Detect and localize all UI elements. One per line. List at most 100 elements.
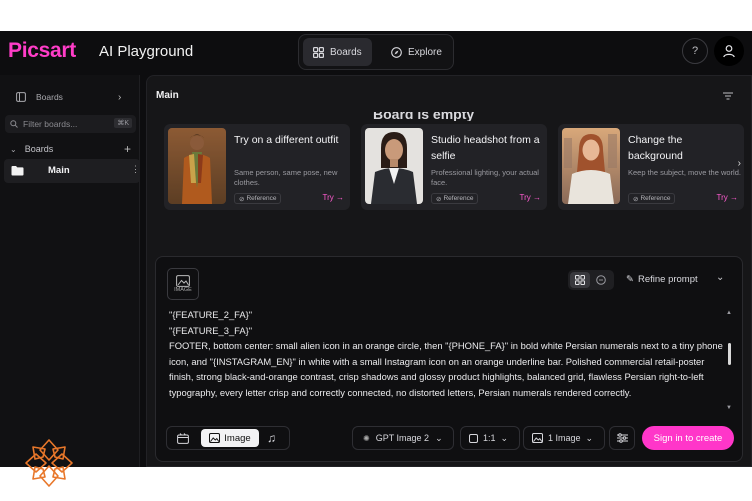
prompt-box: IMAGE ✎ Refine prompt ⌄ "{FEATURE_2_FA}" … (155, 256, 743, 462)
app-window: Picsart AI Playground Boards Explore ? B… (0, 31, 752, 467)
video-icon[interactable] (177, 433, 189, 444)
aspect-ratio-selector[interactable]: 1:1 ⌄ (460, 426, 520, 450)
question-icon: ? (691, 45, 699, 57)
suggestion-card-background[interactable]: Change the background Keep the subject, … (558, 124, 744, 210)
filter-boards-input[interactable]: Filter boards... ⌘K (5, 115, 136, 133)
sign-in-to-create-button[interactable]: Sign in to create (642, 426, 734, 450)
reference-badge: ⊘ Reference (431, 193, 479, 204)
tab-explore-label: Explore (408, 46, 442, 58)
model-sparkle-icon: ✺ (363, 433, 370, 443)
suggestion-card-headshot[interactable]: Studio headshot from a selfie Profession… (361, 124, 547, 210)
chevron-down-icon[interactable]: ⌄ (10, 145, 17, 154)
square-icon (469, 433, 478, 443)
scroll-down-icon[interactable]: ▼ (726, 405, 732, 411)
ratio-label: 1:1 (483, 433, 496, 443)
reference-badge: ⊘ Reference (234, 193, 282, 204)
chevron-down-icon: ⌄ (500, 432, 509, 443)
card-description: Same person, same pose, new clothes. (234, 168, 338, 187)
grid-icon (313, 46, 324, 58)
card-description: Professional lighting, your actual face. (431, 168, 539, 187)
paperclip-icon: ⊘ (239, 195, 245, 203)
sliders-icon (616, 433, 628, 443)
try-button[interactable]: Try → (717, 193, 738, 202)
chat-icon[interactable] (596, 275, 606, 285)
image-icon (532, 433, 543, 443)
refine-prompt-button[interactable]: ✎ Refine prompt (626, 274, 698, 285)
prompt-line: "{FEATURE_2_FA}" (169, 309, 253, 320)
user-button[interactable] (714, 36, 744, 66)
card-title: Try on a different outfit (234, 134, 339, 146)
sidebar-item-main-label: Main (48, 165, 70, 176)
image-mode-button[interactable]: Image (201, 429, 259, 447)
picsart-logo[interactable]: Picsart (8, 39, 76, 63)
reference-label: Reference (443, 195, 474, 202)
prompt-scrollbar[interactable] (728, 343, 731, 365)
top-navigation: Boards Explore (298, 34, 454, 70)
try-button[interactable]: Try → (520, 193, 541, 202)
product-name: AI Playground (99, 43, 194, 60)
refine-prompt-label: Refine prompt (637, 274, 698, 285)
image-attachment-chip[interactable]: IMAGE (167, 268, 199, 300)
paperclip-icon: ⊘ (436, 195, 442, 203)
magic-wand-icon: ✎ (626, 274, 634, 285)
boards-section-header[interactable]: ⌄ Boards + (0, 142, 140, 156)
sidebar-item-main[interactable]: Main ⋮ (4, 159, 140, 183)
page-title: Main (156, 90, 179, 101)
filter-lines-icon[interactable] (723, 92, 733, 100)
chevron-down-icon: ⌄ (435, 432, 443, 443)
model-label: GPT Image 2 (375, 433, 430, 443)
tab-explore[interactable]: Explore (381, 38, 452, 66)
prompt-line: "{FEATURE_3_FA}" (169, 324, 253, 336)
search-icon (10, 120, 18, 128)
card-title: Change the background (628, 134, 683, 162)
help-button[interactable]: ? (682, 38, 708, 64)
compass-icon (391, 46, 402, 58)
user-icon (723, 45, 735, 58)
sidebar-header: Boards › (0, 90, 140, 104)
image-count-selector[interactable]: 1 Image ⌄ (523, 426, 605, 450)
grid-view-toggle[interactable] (570, 272, 590, 288)
reference-label: Reference (246, 195, 277, 202)
image-icon (209, 433, 221, 443)
panel-toggle-icon[interactable] (16, 92, 26, 102)
boards-section-label: Boards (24, 144, 54, 154)
try-button[interactable]: Try → (323, 193, 344, 202)
card-description: Keep the subject, move the world. (628, 168, 741, 177)
filter-placeholder: Filter boards... (23, 119, 78, 129)
reference-label: Reference (640, 195, 671, 202)
filter-shortcut: ⌘K (114, 118, 132, 128)
settings-button[interactable] (609, 426, 635, 450)
more-options-icon[interactable]: ⋮ (131, 164, 140, 175)
music-icon[interactable]: ♫ (267, 431, 276, 445)
card-thumbnail-outfit (168, 128, 226, 204)
collapse-chevron-icon[interactable]: ⌄ (716, 272, 724, 283)
tab-boards[interactable]: Boards (303, 38, 372, 66)
suggestion-card-outfit[interactable]: Try on a different outfit Same person, s… (164, 124, 350, 210)
view-toggle[interactable] (568, 270, 614, 290)
scroll-up-icon[interactable]: ▲ (726, 310, 732, 316)
prompt-line: FOOTER, bottom center: small alien icon … (169, 340, 723, 398)
next-cards-chevron-icon[interactable]: › (738, 158, 741, 169)
mode-switcher: Image ♫ (166, 426, 290, 450)
image-chip-label: IMAGE (174, 287, 192, 293)
sidebar-boards-title: Boards (36, 92, 63, 102)
orange-lotus-ornament-icon (25, 439, 73, 487)
main-panel: Main Board is empty Try on a different o… (146, 75, 752, 467)
paperclip-icon: ⊘ (633, 195, 639, 203)
folder-icon (11, 166, 24, 176)
card-thumbnail-background (562, 128, 620, 204)
sidebar: Boards › Filter boards... ⌘K ⌄ Boards + … (0, 75, 140, 467)
prompt-textarea[interactable]: "{FEATURE_2_FA}" "{FEATURE_3_FA}" FOOTER… (169, 307, 729, 415)
add-board-icon[interactable]: + (124, 142, 131, 156)
image-mode-label: Image (224, 432, 251, 444)
chevron-down-icon: ⌄ (585, 432, 594, 443)
card-title: Studio headshot from a selfie (431, 134, 540, 162)
image-icon (176, 275, 190, 287)
reference-badge: ⊘ Reference (628, 193, 676, 204)
chevron-right-icon[interactable]: › (118, 92, 121, 103)
model-selector[interactable]: ✺ GPT Image 2 ⌄ (352, 426, 454, 450)
count-label: 1 Image (548, 433, 581, 443)
grid-icon (575, 275, 585, 285)
card-thumbnail-headshot (365, 128, 423, 204)
tab-boards-label: Boards (330, 46, 362, 58)
